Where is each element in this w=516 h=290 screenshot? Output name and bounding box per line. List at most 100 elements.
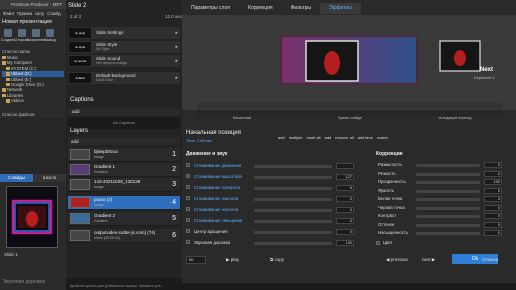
arrow-right-icon: ▸ [175,58,178,64]
row-slider[interactable] [416,164,480,167]
row-checkbox[interactable] [186,174,190,178]
music-track[interactable]: Звуковая дорожка [3,279,45,285]
background-row[interactable]: default Default Background Solid Color ▸ [68,72,180,84]
row-value[interactable]: 0 [484,213,502,219]
play-button[interactable]: ▶ play [226,257,239,263]
add-time-button[interactable]: add time [358,135,373,140]
row-slider[interactable] [254,176,332,179]
row-slider[interactable] [254,187,332,190]
row-value[interactable]: 0 [484,187,502,194]
row-value[interactable]: 0 [484,221,502,228]
row-value[interactable]: 0 [484,170,502,177]
row-value[interactable]: 100 [336,240,354,246]
remove-all-button[interactable]: remove all [335,135,353,140]
color-checkbox[interactable] [376,240,380,245]
timeline-segment-end: Исходящий переход [438,116,472,120]
row-checkbox[interactable] [186,196,190,200]
layer-type: Image [94,154,104,159]
row-slider[interactable] [416,232,480,235]
menu-file[interactable]: Файл [3,11,14,16]
row-slider[interactable] [254,242,332,245]
file-list[interactable] [0,118,66,174]
cancel-button[interactable]: Отмена [482,257,498,262]
row-label: Сглаживание масштаба [194,174,242,179]
multiple-button[interactable]: multiple [289,135,303,140]
slide-sound-row[interactable]: no sound Slide Sound Нет звука в слайде ▸ [68,55,180,67]
layer-row[interactable]: bj5wpb9zoo Image 1 [68,148,180,162]
row-slider[interactable] [416,206,480,210]
save-button[interactable]: Сохранить [27,29,45,47]
row-value[interactable]: 0 [336,207,354,213]
layer-row[interactable]: Gradient 1 Gradient 2 [68,163,180,177]
row-checkbox[interactable] [186,229,190,233]
menu-slide[interactable]: Слайд [47,11,61,16]
next-button[interactable]: next ▶ [422,257,435,263]
row-title: Default Background [96,72,136,78]
row-slider[interactable] [416,223,480,227]
row-checkbox[interactable] [186,185,190,189]
row-label: Прозрачность [378,179,406,184]
layer-row[interactable]: 143-20211028_130128 Image 3 [68,178,180,192]
row-value[interactable]: 5 [336,185,354,191]
row-value[interactable] [336,163,354,169]
copy-button[interactable]: ⧉ copy [270,257,284,262]
row-value[interactable]: 0 [336,196,354,202]
correction-section: Размытость 0 Резкость 0 Прозрачность 100 Яркос… [376,161,512,251]
row-slider[interactable] [416,215,480,218]
add-keyframe-button[interactable]: add [278,135,285,140]
tab-slides[interactable]: Слайды [0,174,33,182]
reset-all-button[interactable]: reset all [306,135,320,140]
row-slider[interactable] [416,172,480,176]
tab-filters[interactable]: Фильтры [282,3,320,14]
tab-timeline[interactable]: Шкала [33,174,66,182]
row-checkbox[interactable] [186,163,190,167]
row-slider[interactable] [416,189,480,193]
row-slider[interactable] [254,209,332,212]
color-row: Цвет [376,240,393,245]
match-button[interactable]: match [377,135,388,140]
layer-row[interactable]: outputvideo-cutter-js.com) (74) Video (00… [68,229,180,243]
position-title: Начальная позиция [186,130,241,136]
add-button[interactable]: add [325,135,332,140]
layer-row[interactable]: Gradient 2 Gradient 5 [68,212,180,226]
row-checkbox[interactable] [186,240,190,244]
timeline-segment-main: Время слайда [338,116,362,120]
menu-edit[interactable]: Правка [17,11,32,16]
row-value[interactable]: 0 [336,218,354,224]
output-button[interactable]: Вывод [44,29,56,47]
tab-effects[interactable]: Эффекты [320,3,361,14]
menu-show[interactable]: Шоу [35,11,44,16]
slide-thumbnail[interactable] [6,186,58,248]
slide-style-row[interactable]: no style Slide Style No Style ▸ [68,41,180,53]
row-value[interactable]: 0 [336,229,354,235]
row-value[interactable]: 0 [484,162,502,168]
tab-correction[interactable]: Коррекция [239,3,282,14]
layer-row-selected[interactable]: paura (2) Image 4 [68,196,180,210]
tab-layer-params[interactable]: Параметры слоя [182,3,239,14]
row-slider[interactable] [254,220,332,223]
next-label-btn: next [422,257,431,262]
tree-item-videos[interactable]: Videos [2,98,64,103]
row-slider[interactable] [416,198,480,201]
correction-row: Черная точка 0 [376,204,512,212]
row-slider[interactable] [416,181,480,184]
row-value[interactable]: 100 [484,179,502,185]
row-checkbox[interactable] [186,218,190,222]
row-value[interactable]: 0 [484,230,502,236]
create-button[interactable]: Создать [1,29,15,47]
preview-area[interactable]: Next Keyframe 2 [182,15,516,110]
slide-settings-row[interactable]: no style Slide Settings ▸ [68,27,180,39]
row-value[interactable]: 127 [336,174,354,180]
row-checkbox[interactable] [186,207,190,211]
keyframe-bar[interactable] [197,103,503,109]
row-value[interactable]: 0 [484,204,502,211]
row-slider[interactable] [254,231,332,234]
duration-field[interactable]: 50 [186,256,206,264]
row-slider[interactable] [254,165,332,168]
layer-number: 2 [172,166,176,173]
add-layer-button[interactable]: add [71,139,79,144]
previous-button[interactable]: ◀ previous [386,257,408,263]
row-value[interactable]: 0 [484,196,502,202]
row-slider[interactable] [254,198,332,201]
add-caption-button[interactable]: add [72,109,80,114]
